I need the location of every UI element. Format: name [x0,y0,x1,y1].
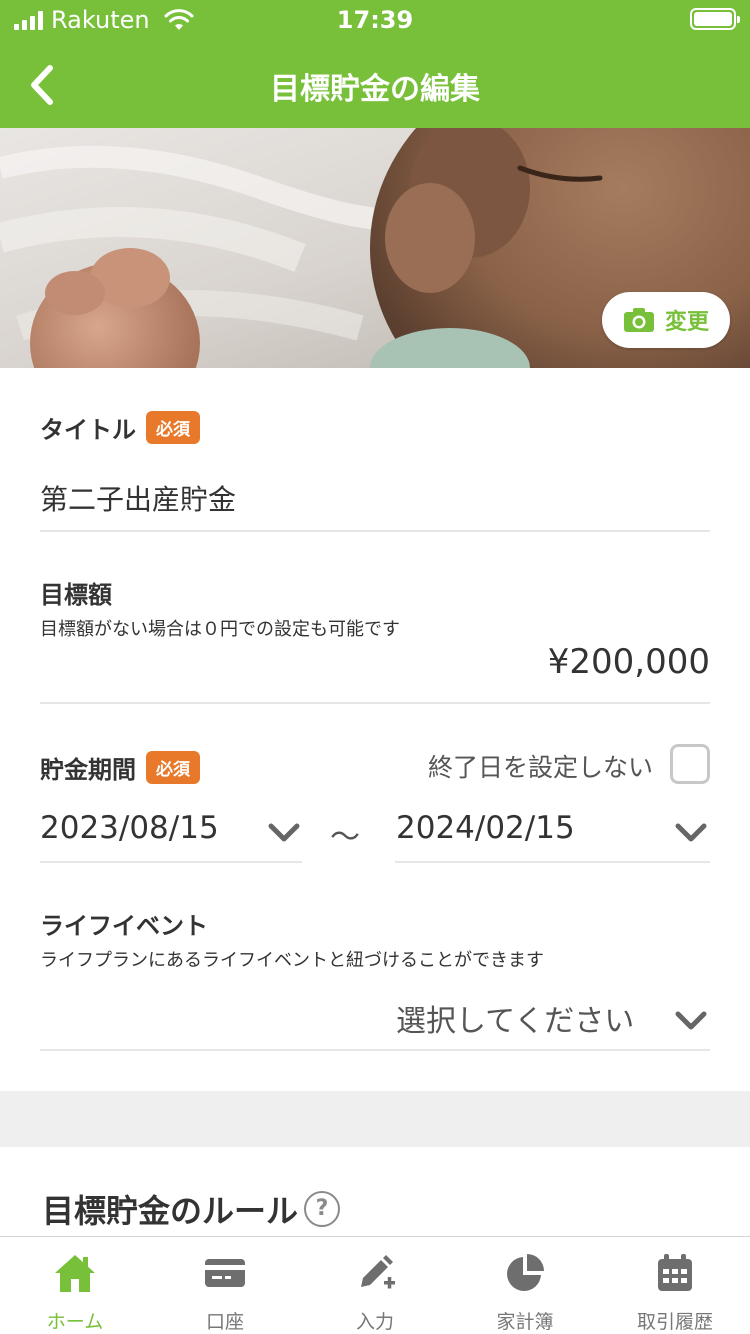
life-event-hint: ライフプランにあるライフイベントと紐づけることができます [40,950,544,971]
tab-home[interactable]: ホーム [0,1237,150,1334]
required-badge: 必須 [146,751,200,784]
camera-icon [623,308,654,332]
pen-plus-icon [361,1255,395,1289]
chevron-down-icon[interactable] [675,1010,707,1032]
no-end-date-checkbox[interactable] [670,744,710,784]
tab-input[interactable]: 入力 [300,1237,450,1334]
change-photo-label: 変更 [664,310,709,335]
change-photo-button[interactable]: 変更 [602,292,730,348]
rules-section-title: 目標貯金のルール [42,1192,299,1230]
calendar-icon [658,1254,692,1291]
date-range-separator: 〜 [330,820,360,855]
app-header: Rakuten 17:39 目標貯金の編集 [0,0,750,128]
chevron-down-icon[interactable] [268,822,300,844]
tab-accounts[interactable]: 口座 [150,1237,300,1334]
start-date-select[interactable]: 2023/08/15 [40,810,219,846]
period-label-text: 貯金期間 [40,756,136,784]
title-label-text: タイトル [40,416,136,444]
tab-label: ホーム [46,1311,104,1333]
tab-transaction-history[interactable]: 取引履歴 [600,1237,750,1334]
title-field-label: タイトル 必須 [40,410,200,445]
target-amount-input[interactable]: ¥200,000 [548,642,710,682]
help-icon[interactable]: ? [304,1191,340,1227]
tab-label: 入力 [355,1311,394,1333]
card-icon [205,1259,245,1287]
tab-label: 口座 [205,1311,244,1333]
tab-label: 家計簿 [496,1311,554,1333]
target-amount-hint: 目標額がない場合は０円での設定も可能です [40,619,400,640]
tab-bar: ホーム 口座 入力 家計簿 取引履歴 [0,1236,750,1334]
title-input[interactable]: 第二子出産貯金 [40,478,236,518]
tab-household-book[interactable]: 家計簿 [450,1237,600,1334]
no-end-date-label: 終了日を設定しない [428,753,654,782]
status-bar: Rakuten 17:39 [0,0,750,40]
target-amount-underline [40,702,710,704]
required-badge: 必須 [146,411,200,444]
target-amount-label: 目標額 [40,581,112,609]
status-time: 17:39 [336,6,414,34]
home-icon [55,1255,95,1292]
life-event-underline [40,1049,710,1051]
start-date-underline [40,861,302,863]
life-event-select[interactable]: 選択してください [396,996,634,1040]
chevron-down-icon[interactable] [675,822,707,844]
battery-icon [690,8,740,30]
life-event-label: ライフイベント [40,912,208,940]
section-divider [0,1091,750,1147]
tab-label: 取引履歴 [636,1311,713,1333]
period-field-label: 貯金期間 必須 [40,750,200,785]
end-date-select[interactable]: 2024/02/15 [396,810,575,846]
end-date-underline [395,861,710,863]
page-title: 目標貯金の編集 [270,72,480,107]
title-underline [40,530,710,532]
pie-chart-icon [507,1254,544,1291]
